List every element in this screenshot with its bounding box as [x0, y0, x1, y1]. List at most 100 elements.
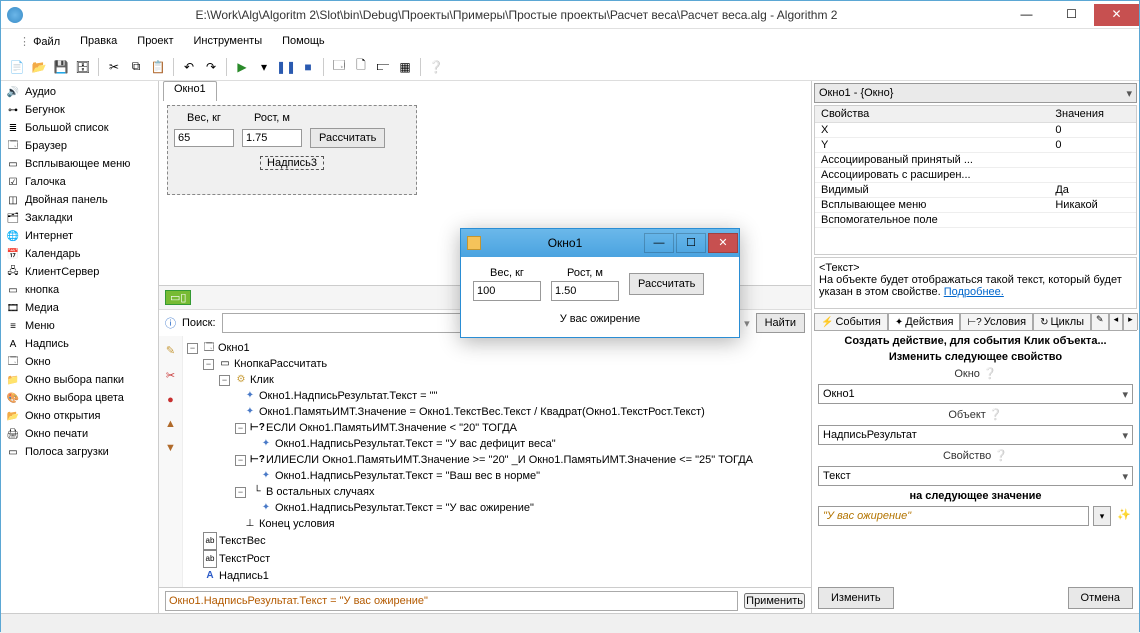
help-icon[interactable]: ❔ [983, 368, 997, 380]
pause-icon[interactable]: ❚❚ [276, 57, 296, 77]
toolbox-item[interactable]: ≡Меню [1, 317, 158, 335]
menu-edit[interactable]: Правка [70, 32, 127, 50]
tree-node[interactable]: Окно1.НадписьРезультат.Текст = "Ваш вес … [275, 468, 540, 484]
prop-val[interactable] [1049, 213, 1136, 228]
copy-icon[interactable]: ⧉ [126, 57, 146, 77]
toolbox-item[interactable]: 🎨Окно выбора цвета [1, 389, 158, 407]
tab-nav-right[interactable]: ▸ [1123, 313, 1138, 330]
toolbox-item[interactable]: 📂Окно открытия [1, 407, 158, 425]
help-icon[interactable]: ❔ [989, 409, 1003, 421]
pencil-icon[interactable]: ✎ [166, 344, 175, 357]
toolbox-item[interactable]: AНадпись [1, 335, 158, 353]
object-combo[interactable]: НадписьРезультат [818, 425, 1133, 445]
tab-nav-left[interactable]: ✎ [1091, 313, 1109, 330]
tab-window1[interactable]: Окно1 [163, 81, 217, 101]
prop-val[interactable]: Да [1049, 183, 1136, 198]
runtime-maximize-button[interactable]: ☐ [676, 233, 706, 253]
toolbox-item[interactable]: ☑Галочка [1, 173, 158, 191]
run-dropdown-icon[interactable]: ▾ [254, 57, 274, 77]
prop-val[interactable] [1049, 168, 1136, 183]
down-icon[interactable]: ▼ [165, 442, 176, 454]
tree-node[interactable]: Окно1.НадписьРезультат.Текст = "" [259, 388, 437, 404]
save-all-icon[interactable]: 🗄 [73, 57, 93, 77]
runtime-minimize-button[interactable]: — [644, 233, 674, 253]
toolbox-item[interactable]: 🎞Медиа [1, 299, 158, 317]
object-selector[interactable]: Окно1 - {Окно} [814, 83, 1137, 103]
runtime-titlebar[interactable]: Окно1 — ☐ ✕ [461, 229, 739, 257]
code-window-icon[interactable]: ▭▯ [165, 290, 191, 305]
close-button[interactable]: ✕ [1094, 4, 1139, 26]
toolbox-item[interactable]: 🖨Окно печати [1, 425, 158, 443]
tree-node[interactable]: В остальных случаях [266, 484, 374, 500]
tree-node[interactable]: ИЛИЕСЛИ Окно1.ПамятьИМТ.Значение >= "20"… [266, 452, 753, 468]
expression-input[interactable] [165, 591, 738, 611]
window-combo[interactable]: Окно1 [818, 384, 1133, 404]
toolbox-item[interactable]: 📅Календарь [1, 245, 158, 263]
record-icon[interactable]: ● [167, 394, 174, 406]
toolbox-item[interactable]: ⊶Бегунок [1, 101, 158, 119]
tree-node[interactable]: ТекстРост [219, 551, 270, 567]
toolbox-item[interactable]: 🌐Интернет [1, 227, 158, 245]
menu-tools[interactable]: Инструменты [184, 32, 273, 50]
cut-icon[interactable]: ✂ [104, 57, 124, 77]
cancel-button[interactable]: Отмена [1068, 587, 1133, 609]
font-icon[interactable]: 🗋 [351, 57, 371, 77]
runtime-close-button[interactable]: ✕ [708, 233, 738, 253]
ok-button[interactable]: Изменить [818, 587, 894, 609]
rt-weight-input[interactable] [473, 281, 541, 301]
up-icon[interactable]: ▲ [165, 418, 176, 430]
paste-icon[interactable]: 📋 [148, 57, 168, 77]
run-icon[interactable]: ▶ [232, 57, 252, 77]
tree-node[interactable]: Окно1 [218, 340, 250, 356]
search-info-icon[interactable]: ⓘ [165, 315, 176, 331]
tree-node[interactable]: ТекстВес [219, 533, 266, 549]
redo-icon[interactable]: ↷ [201, 57, 221, 77]
tree-node[interactable]: КнопкаРассчитать [234, 356, 327, 372]
tab-cycles[interactable]: ↻Циклы [1033, 313, 1091, 330]
undo-icon[interactable]: ↶ [179, 57, 199, 77]
toolbox-item[interactable]: 🗂Закладки [1, 209, 158, 227]
value-browse-button[interactable]: ▾ [1093, 506, 1111, 526]
code-tree[interactable]: −🗔Окно1 −▭КнопкаРассчитать −⚙Клик ✦Окно1… [183, 336, 811, 587]
tab-events[interactable]: ⚡События [814, 313, 888, 330]
calc-button[interactable]: Рассчитать [310, 128, 385, 148]
tab-conditions[interactable]: ⊢?Условия [960, 313, 1033, 330]
tree-node[interactable]: ЕСЛИ Окно1.ПамятьИМТ.Значение < "20" ТОГ… [266, 420, 517, 436]
runtime-window[interactable]: Окно1 — ☐ ✕ Вес, кг Рост, м Рассчитать У… [460, 228, 740, 338]
wand-icon[interactable]: ✨ [1115, 506, 1133, 526]
prop-val[interactable]: 0 [1049, 138, 1136, 153]
prop-val[interactable] [1049, 153, 1136, 168]
prop-key[interactable]: Вспомогательное поле [815, 213, 1049, 228]
tree-node[interactable]: Окно1.НадписьРезультат.Текст = "У вас ож… [275, 500, 534, 516]
toolbox-item[interactable]: 🗔Окно [1, 353, 158, 371]
find-button[interactable]: Найти [756, 313, 805, 333]
toolbox-item[interactable]: 🔊Аудио [1, 83, 158, 101]
form-icon[interactable]: 🗔 [329, 57, 349, 77]
rt-height-input[interactable] [551, 281, 619, 301]
toolbox-item[interactable]: 🖧КлиентСервер [1, 263, 158, 281]
weight-input[interactable] [174, 129, 234, 147]
grid-icon[interactable]: ▦ [395, 57, 415, 77]
tree-node[interactable]: Окно1.ПамятьИМТ.Значение = Окно1.ТекстВе… [259, 404, 705, 420]
toolbox-item[interactable]: ▭Всплывающее меню [1, 155, 158, 173]
prop-key[interactable]: X [815, 123, 1049, 138]
toolbox-item[interactable]: ◫Двойная панель [1, 191, 158, 209]
prop-key[interactable]: Y [815, 138, 1049, 153]
prop-key[interactable]: Всплывающее меню [815, 198, 1049, 213]
new-icon[interactable]: 📄 [7, 57, 27, 77]
maximize-button[interactable]: ☐ [1049, 4, 1094, 26]
toolbox-item[interactable]: ≣Большой список [1, 119, 158, 137]
help-icon[interactable]: ❔ [994, 450, 1008, 462]
prop-key[interactable]: Видимый [815, 183, 1049, 198]
menu-file[interactable]: Файл [9, 32, 70, 51]
label3-selected[interactable]: Надпись3 [260, 156, 324, 170]
help-icon[interactable]: ❔ [426, 57, 446, 77]
value-input[interactable]: "У вас ожирение" [818, 506, 1089, 526]
menu-help[interactable]: Помощь [272, 32, 335, 50]
open-icon[interactable]: 📂 [29, 57, 49, 77]
prop-val[interactable]: 0 [1049, 123, 1136, 138]
designer-form[interactable]: Вес, кг Рост, м Рассчитать Надпись3 [167, 105, 417, 195]
minimize-button[interactable]: — [1004, 4, 1049, 26]
property-grid[interactable]: СвойстваЗначения X0Y0Ассоциированый прин… [814, 105, 1137, 255]
scissors-icon[interactable]: ✂ [166, 369, 175, 382]
